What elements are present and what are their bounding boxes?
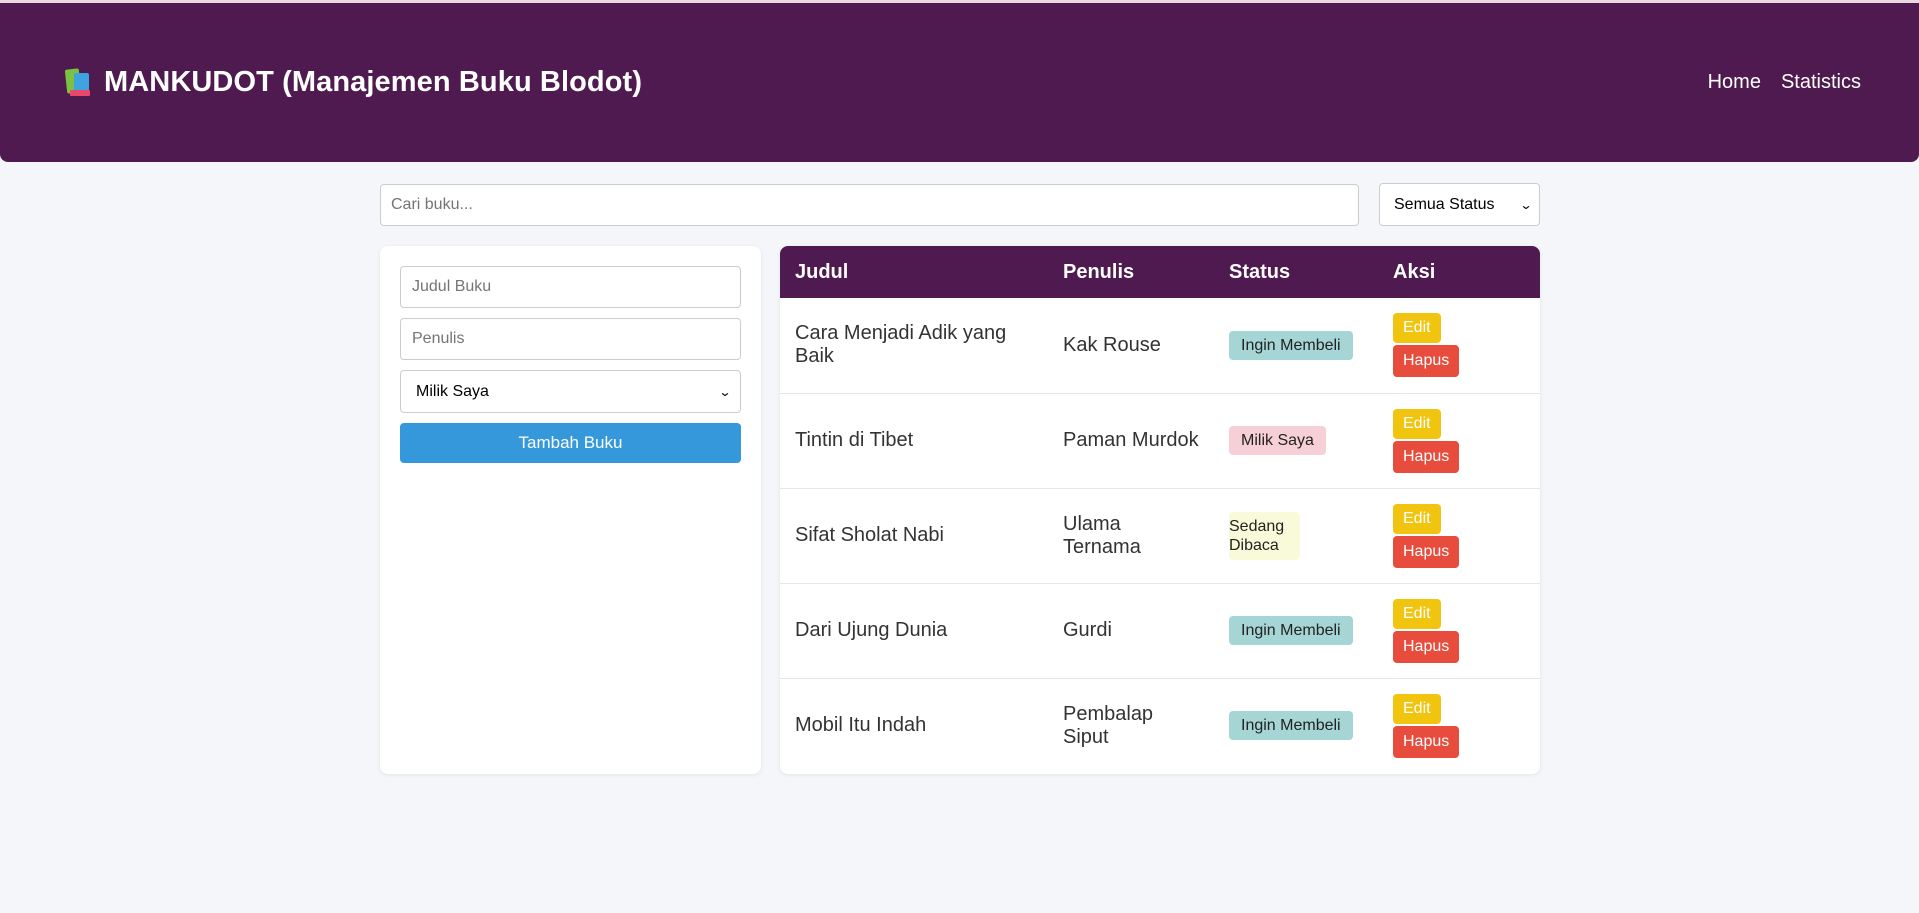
status-filter-value: Semua Status: [1394, 195, 1495, 213]
column-header-title: Judul: [780, 246, 1048, 298]
table-row: Mobil Itu Indah Pembalap Siput Ingin Mem…: [780, 678, 1540, 773]
book-status-value: Milik Saya: [416, 382, 489, 400]
delete-button[interactable]: Hapus: [1393, 630, 1460, 663]
chevron-down-icon: ⌄: [1519, 197, 1533, 212]
edit-button[interactable]: Edit: [1393, 693, 1441, 724]
status-badge: Sedang Dibaca: [1229, 511, 1300, 560]
app-header: MANKUDOT (Manajemen Buku Blodot) Home St…: [0, 3, 1919, 162]
edit-button[interactable]: Edit: [1393, 408, 1441, 439]
top-nav: Home Statistics: [1708, 71, 1861, 94]
column-header-actions: Aksi: [1378, 246, 1540, 298]
status-filter-select[interactable]: Semua Status ⌄: [1379, 183, 1540, 226]
edit-button[interactable]: Edit: [1393, 313, 1441, 344]
status-badge: Ingin Membeli: [1229, 616, 1353, 645]
status-badge: Ingin Membeli: [1229, 711, 1353, 741]
edit-button[interactable]: Edit: [1393, 503, 1441, 534]
table-row: Cara Menjadi Adik yang Baik Kak Rouse In…: [780, 298, 1540, 394]
delete-button[interactable]: Hapus: [1393, 345, 1460, 378]
status-badge: Milik Saya: [1229, 426, 1326, 455]
table-header-row: Judul Penulis Status Aksi: [780, 246, 1540, 298]
chevron-down-icon: ⌄: [718, 384, 732, 399]
book-title: Mobil Itu Indah: [795, 714, 927, 737]
book-author-input[interactable]: [400, 318, 741, 360]
add-book-button[interactable]: Tambah Buku: [400, 423, 741, 463]
brand: MANKUDOT (Manajemen Buku Blodot): [64, 66, 642, 99]
add-book-form: Milik Saya ⌄ Tambah Buku: [380, 246, 761, 774]
book-title-input[interactable]: [400, 266, 741, 308]
book-author: Pembalap Siput: [1063, 702, 1154, 748]
book-status-select[interactable]: Milik Saya ⌄: [400, 370, 741, 413]
book-author: Paman Murdok: [1048, 393, 1214, 489]
books-icon: [64, 67, 94, 98]
book-author: Ulama Ternama: [1048, 488, 1214, 584]
nav-home-link[interactable]: Home: [1708, 71, 1761, 94]
book-title: Tintin di Tibet: [780, 393, 1048, 489]
column-header-status: Status: [1214, 246, 1378, 298]
books-table-card: Judul Penulis Status Aksi Cara Menjadi A…: [780, 246, 1540, 774]
delete-button[interactable]: Hapus: [1393, 440, 1460, 473]
book-title: Dari Ujung Dunia: [780, 583, 1048, 679]
status-badge: Ingin Membeli: [1229, 330, 1353, 360]
books-table: Judul Penulis Status Aksi Cara Menjadi A…: [780, 246, 1540, 773]
table-row: Tintin di Tibet Paman Murdok Milik Saya …: [780, 393, 1540, 489]
edit-button[interactable]: Edit: [1393, 598, 1441, 629]
book-author: Gurdi: [1048, 583, 1214, 679]
book-author: Kak Rouse: [1048, 298, 1214, 394]
delete-button[interactable]: Hapus: [1393, 725, 1460, 758]
table-row: Sifat Sholat Nabi Ulama Ternama Sedang D…: [780, 488, 1540, 584]
table-row: Dari Ujung Dunia Gurdi Ingin Membeli Edi…: [780, 583, 1540, 679]
nav-statistics-link[interactable]: Statistics: [1781, 71, 1861, 94]
delete-button[interactable]: Hapus: [1393, 535, 1460, 568]
book-title: Sifat Sholat Nabi: [780, 488, 1048, 584]
book-title: Cara Menjadi Adik yang Baik: [780, 298, 1048, 394]
search-input[interactable]: [380, 184, 1359, 226]
app-title: MANKUDOT (Manajemen Buku Blodot): [104, 66, 643, 98]
column-header-author: Penulis: [1048, 246, 1214, 298]
